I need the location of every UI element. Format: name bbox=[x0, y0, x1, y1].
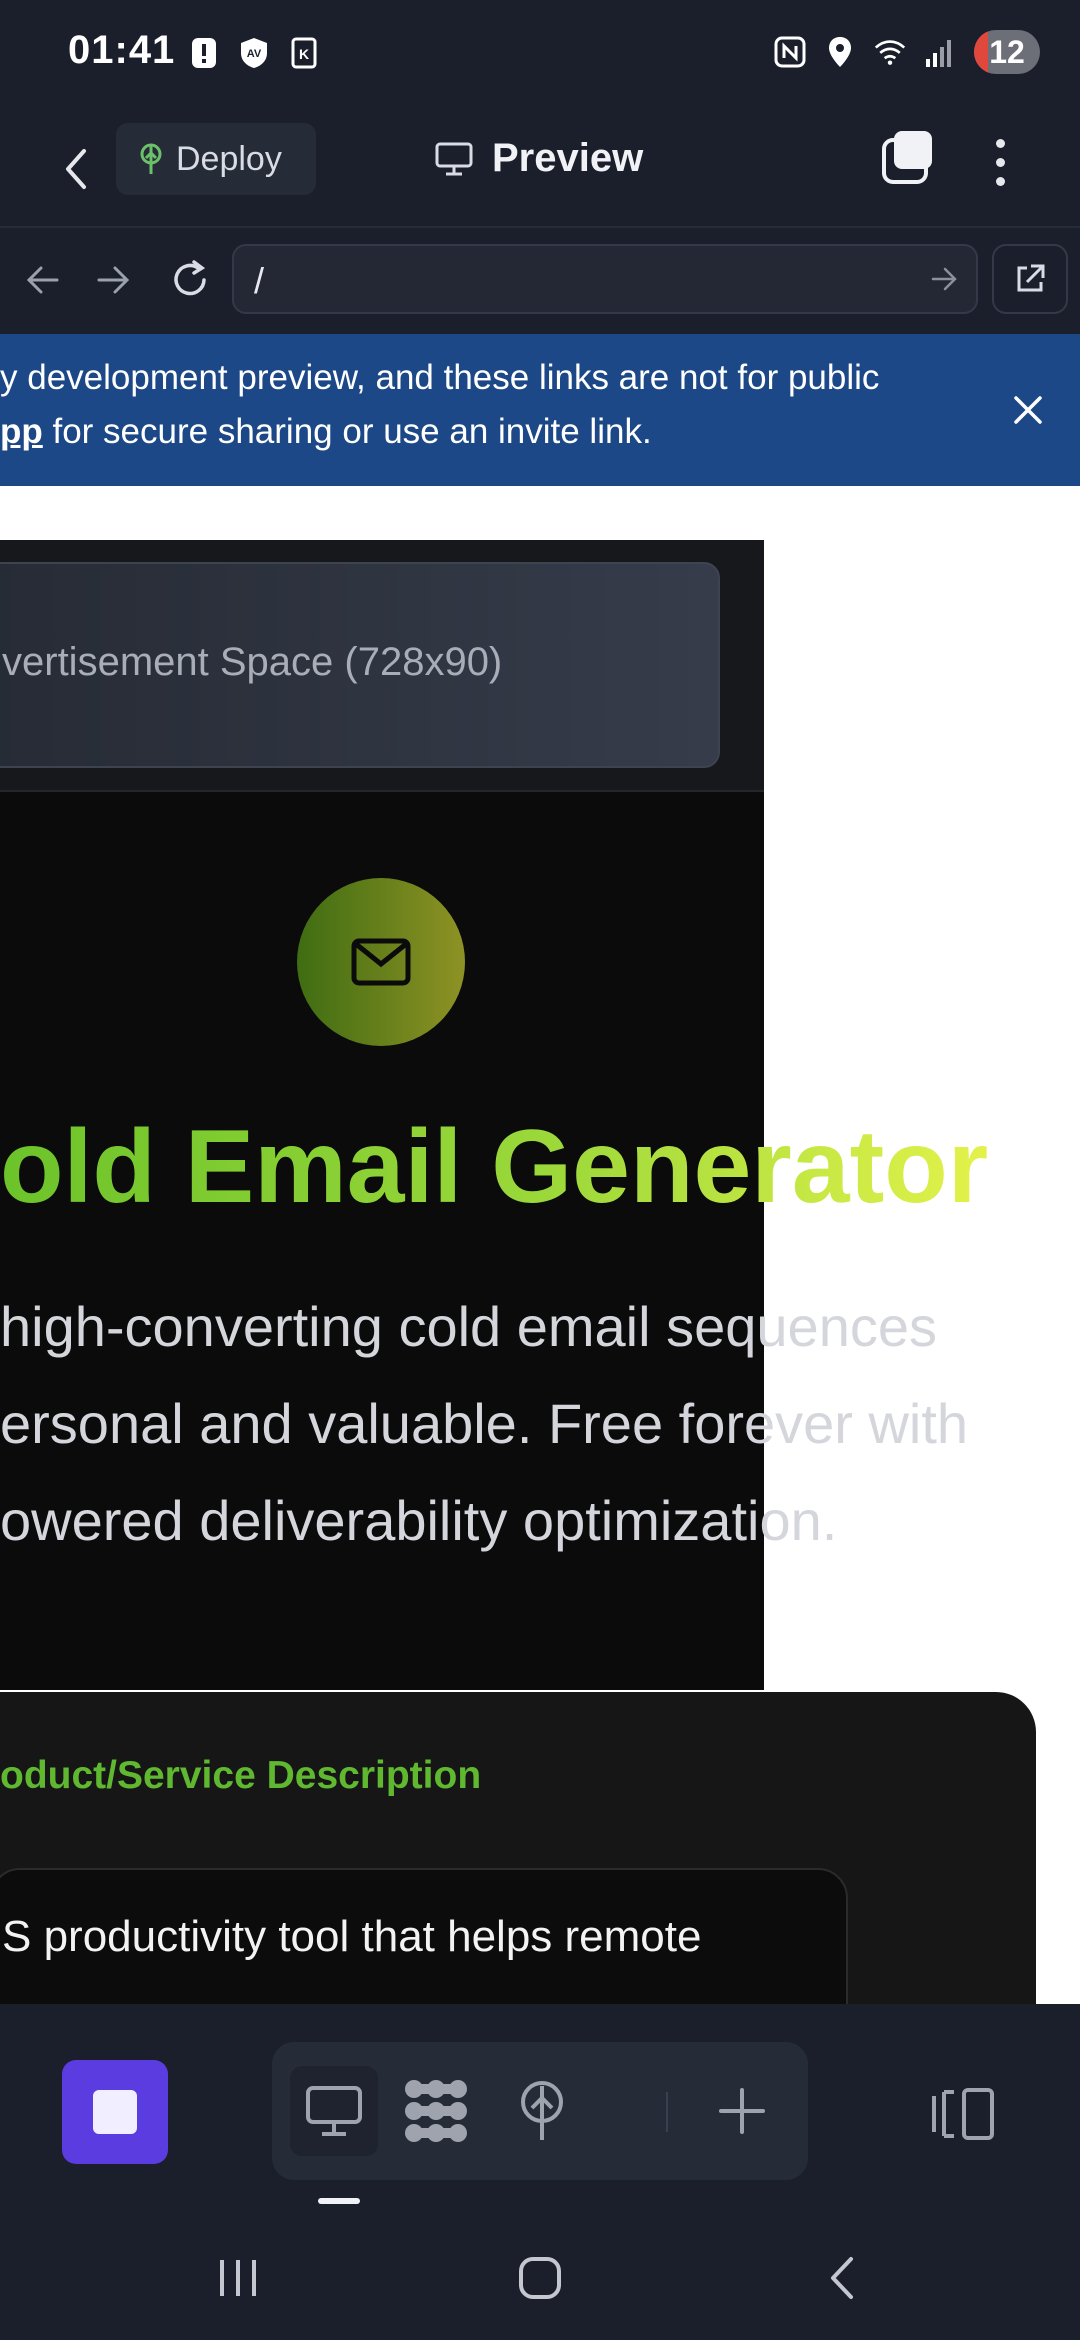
recents-button[interactable] bbox=[208, 2250, 268, 2306]
svg-text:AV: AV bbox=[247, 48, 262, 60]
info-banner: y development preview, and these links a… bbox=[0, 334, 1080, 486]
stop-icon bbox=[93, 2090, 137, 2134]
hero-description: high-converting cold email sequences ers… bbox=[0, 1278, 1080, 1569]
home-icon bbox=[519, 2257, 561, 2299]
hero-description-line: ersonal and valuable. Free forever with bbox=[0, 1392, 969, 1455]
tool-add[interactable] bbox=[698, 2066, 786, 2156]
open-external-button[interactable] bbox=[992, 244, 1068, 314]
status-right-icons: 12 bbox=[774, 30, 1040, 74]
generator-form-card: oduct/Service Description S productivity… bbox=[0, 1692, 1036, 2004]
banner-text-line1: y development preview, and these links a… bbox=[0, 358, 880, 397]
url-input[interactable]: / bbox=[232, 244, 978, 314]
deploy-button[interactable]: Deploy bbox=[116, 123, 316, 195]
product-description-textarea[interactable]: S productivity tool that helps remote bbox=[0, 1868, 848, 2004]
page-title: Preview bbox=[492, 136, 644, 180]
recents-icon bbox=[220, 2260, 256, 2296]
nfc-icon bbox=[774, 35, 806, 69]
field-label: oduct/Service Description bbox=[0, 1754, 482, 1797]
monitor-icon bbox=[435, 142, 473, 175]
deploy-label: Deploy bbox=[176, 139, 282, 178]
arrow-left-icon bbox=[26, 266, 59, 294]
panel-toggle-button[interactable] bbox=[930, 2084, 996, 2144]
tabs-button[interactable] bbox=[880, 128, 936, 188]
toolbar-divider bbox=[666, 2092, 668, 2132]
stop-button[interactable] bbox=[62, 2060, 168, 2164]
av-shield-icon: AV bbox=[238, 36, 270, 70]
back-button[interactable] bbox=[50, 134, 102, 204]
apps-icon bbox=[405, 2080, 467, 2142]
chevron-left-icon bbox=[66, 149, 86, 189]
ad-strip: vertisement Space (728x90) bbox=[0, 540, 764, 792]
battery-indicator: 12 bbox=[974, 30, 1040, 74]
alert-icon bbox=[188, 36, 220, 70]
close-icon[interactable] bbox=[1008, 390, 1048, 430]
active-tab-indicator bbox=[318, 2198, 360, 2204]
tool-group bbox=[272, 2042, 808, 2180]
banner-text-line2: pp for secure sharing or use an invite l… bbox=[0, 412, 652, 451]
go-arrow-icon[interactable] bbox=[930, 264, 960, 294]
web-preview[interactable]: vertisement Space (728x90) old Email Gen… bbox=[0, 486, 1080, 2004]
desktop-icon bbox=[306, 2086, 362, 2136]
preview-title: Preview bbox=[434, 136, 643, 181]
browser-url-bar: / bbox=[0, 230, 1080, 332]
nav-back-button[interactable] bbox=[18, 256, 66, 304]
mail-badge bbox=[297, 878, 465, 1046]
system-back-button[interactable] bbox=[812, 2250, 872, 2306]
svg-text:K: K bbox=[299, 46, 309, 62]
status-bar: 01:41 AV K 12 bbox=[0, 0, 1080, 110]
home-button[interactable] bbox=[510, 2250, 570, 2306]
chevron-left-icon bbox=[831, 2257, 853, 2299]
tool-preview[interactable] bbox=[290, 2066, 378, 2156]
more-menu-button[interactable] bbox=[980, 132, 1020, 192]
hero-description-line: high-converting cold email sequences bbox=[0, 1295, 937, 1358]
url-value: / bbox=[254, 260, 265, 301]
stacked-windows-icon bbox=[882, 131, 932, 184]
banner-link[interactable]: pp bbox=[0, 412, 43, 451]
side-panel-icon bbox=[932, 2088, 994, 2140]
wifi-icon bbox=[874, 35, 906, 69]
tool-deploy[interactable] bbox=[498, 2066, 586, 2156]
location-icon bbox=[824, 35, 856, 69]
mail-icon bbox=[351, 938, 411, 986]
hero-title: old Email Generator bbox=[0, 1109, 989, 1225]
nav-forward-button[interactable] bbox=[90, 256, 138, 304]
app-header: Deploy Preview bbox=[0, 110, 1080, 228]
status-left-icons: AV K bbox=[188, 36, 320, 70]
ad-placeholder-text: vertisement Space (728x90) bbox=[2, 640, 503, 684]
arrow-right-icon bbox=[97, 266, 130, 294]
hero-description-line: owered deliverability optimization. bbox=[0, 1489, 838, 1552]
reload-button[interactable] bbox=[166, 256, 214, 304]
add-icon bbox=[719, 2088, 765, 2134]
signal-icon bbox=[924, 35, 956, 69]
tool-apps[interactable] bbox=[392, 2066, 480, 2156]
system-navigation-bar bbox=[0, 2210, 1080, 2340]
external-link-icon bbox=[1017, 264, 1045, 292]
textarea-value: S productivity tool that helps remote bbox=[2, 1912, 702, 1961]
status-time: 01:41 bbox=[68, 28, 176, 72]
reload-icon bbox=[174, 260, 206, 296]
ad-placeholder: vertisement Space (728x90) bbox=[0, 562, 720, 768]
deploy-icon bbox=[521, 2081, 563, 2140]
k-app-icon: K bbox=[288, 36, 320, 70]
deploy-icon bbox=[140, 143, 162, 174]
